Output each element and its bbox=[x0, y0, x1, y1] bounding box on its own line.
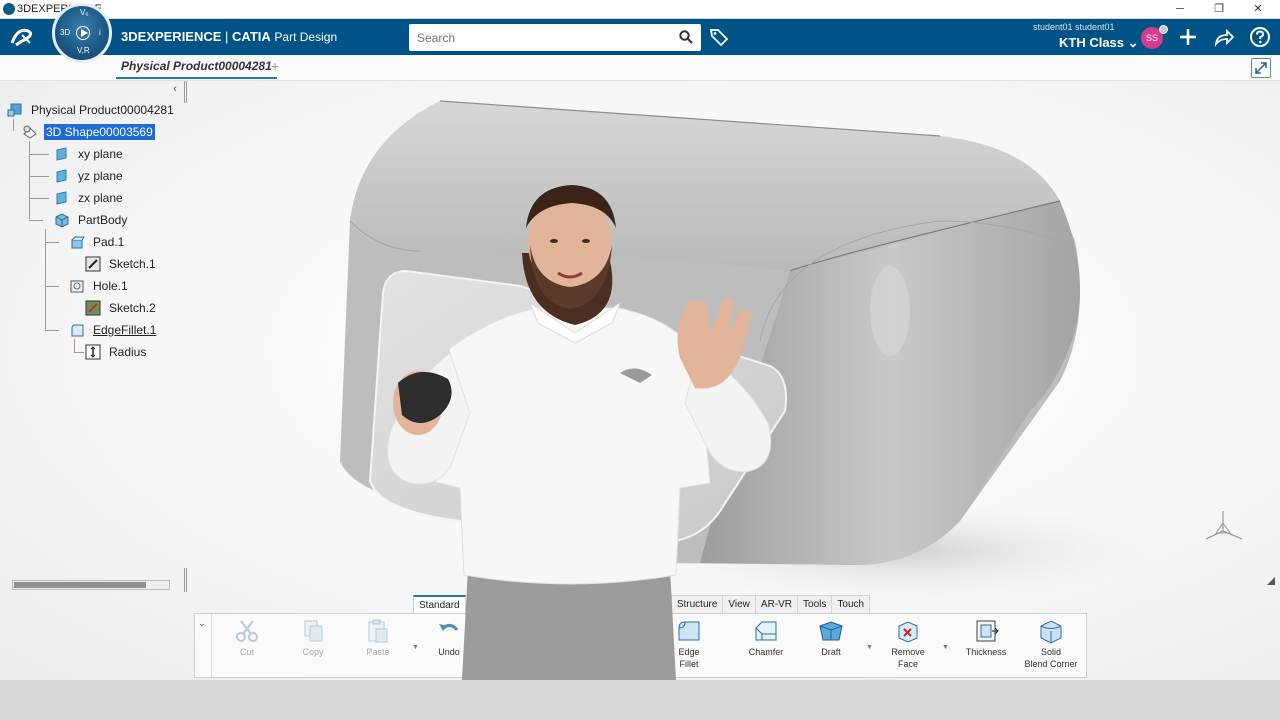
radius-icon bbox=[85, 344, 101, 360]
app-icon bbox=[3, 3, 15, 15]
remove-face-icon bbox=[898, 621, 918, 643]
window-titlebar: 3DEXPERIENCE ─ ❐ ✕ bbox=[0, 0, 1280, 19]
presenter-overlay bbox=[387, 185, 772, 680]
close-button[interactable]: ✕ bbox=[1248, 2, 1268, 17]
copy-button[interactable]: Copy bbox=[284, 618, 342, 676]
restore-button[interactable]: ❐ bbox=[1209, 2, 1229, 17]
tree-node-physical-product[interactable]: Physical Product00004281 bbox=[7, 101, 176, 119]
section-tab-touch[interactable]: Touch bbox=[831, 595, 871, 613]
section-tab-tools[interactable]: Tools bbox=[797, 595, 833, 613]
hole-icon bbox=[70, 280, 84, 293]
thickness-icon bbox=[976, 620, 999, 642]
tree-node-pad[interactable]: Pad.1 bbox=[69, 233, 126, 251]
copy-icon bbox=[304, 620, 323, 642]
help-icon[interactable] bbox=[1249, 26, 1271, 48]
draft-dropdown-icon[interactable]: ▼ bbox=[866, 644, 873, 651]
brand-title: 3DEXPERIENCE | CATIA Part Design bbox=[121, 29, 338, 44]
search-icon[interactable] bbox=[679, 30, 693, 44]
scissors-icon bbox=[236, 620, 258, 642]
tree-node-xy-plane[interactable]: xy plane bbox=[54, 145, 125, 163]
remove-face-dropdown-icon[interactable]: ▼ bbox=[942, 644, 949, 651]
tree-collapse-button[interactable]: ‹ bbox=[168, 82, 182, 96]
plus-icon[interactable] bbox=[1177, 26, 1199, 48]
axis-compass-icon[interactable] bbox=[1198, 505, 1248, 545]
specification-tree: Physical Product00004281 3D Shape0000356… bbox=[0, 99, 200, 369]
tree-horizontal-scrollbar[interactable] bbox=[12, 580, 170, 590]
remove-face-button[interactable]: Remove Face bbox=[879, 618, 937, 676]
user-name: student01 student01 bbox=[1033, 22, 1115, 32]
search-box[interactable] bbox=[409, 24, 701, 51]
sketch-icon bbox=[85, 300, 101, 316]
draft-button[interactable]: Draft bbox=[802, 618, 860, 676]
search-input[interactable] bbox=[409, 24, 671, 51]
expand-icon bbox=[1255, 62, 1267, 74]
document-tab-bar: Physical Product00004281 + bbox=[0, 55, 1280, 81]
compass-right: i bbox=[99, 28, 101, 37]
maximize-viewer-button[interactable] bbox=[1251, 58, 1271, 78]
compass-top: V₆ bbox=[80, 8, 89, 17]
tab-physical-product[interactable]: Physical Product00004281 bbox=[116, 59, 277, 79]
solid-blend-corner-button[interactable]: Solid Blend Corner bbox=[1019, 618, 1083, 676]
body-icon bbox=[55, 213, 69, 228]
top-bar: 3DEXPERIENCE | CATIA Part Design student… bbox=[0, 19, 1280, 55]
tree-node-yz-plane[interactable]: yz plane bbox=[54, 167, 125, 185]
compass-bottom: V,R bbox=[77, 46, 90, 55]
action-bar-toggle-icon[interactable]: ⌄ bbox=[198, 618, 206, 629]
pad-icon bbox=[71, 236, 85, 249]
plane-icon bbox=[56, 169, 67, 183]
tree-node-edgefillet[interactable]: EdgeFillet.1 bbox=[69, 321, 158, 339]
tree-splitter-bottom[interactable] bbox=[184, 568, 187, 592]
catia-window: 3DEXPERIENCE ─ ❐ ✕ 3DEXPERIENCE | CATIA … bbox=[0, 0, 1280, 720]
dassault-logo-icon[interactable] bbox=[8, 25, 38, 49]
tree-node-3d-shape[interactable]: 3D Shape00003569 bbox=[22, 123, 155, 141]
tree-node-partbody[interactable]: PartBody bbox=[54, 211, 129, 229]
play-icon[interactable] bbox=[76, 26, 90, 40]
panel-arrow-icon[interactable] bbox=[1266, 576, 1276, 586]
tag-icon[interactable] bbox=[709, 27, 729, 47]
add-tab-button[interactable]: + bbox=[271, 58, 279, 74]
presence-status-icon bbox=[1159, 25, 1168, 34]
sketch-icon bbox=[85, 256, 101, 272]
tree-node-zx-plane[interactable]: zx plane bbox=[54, 189, 125, 207]
product-icon bbox=[7, 103, 22, 117]
tree-node-sketch-1[interactable]: Sketch.1 bbox=[85, 255, 158, 273]
compass-widget[interactable]: V₆ 3D i V,R bbox=[52, 3, 112, 63]
tree-node-sketch-2[interactable]: Sketch.2 bbox=[85, 299, 158, 317]
minimize-button[interactable]: ─ bbox=[1170, 2, 1190, 17]
fillet-icon bbox=[71, 324, 84, 337]
shape-icon bbox=[23, 125, 37, 139]
status-bar bbox=[0, 680, 1280, 720]
plane-icon bbox=[56, 147, 67, 161]
plane-icon bbox=[56, 191, 67, 205]
thickness-button[interactable]: Thickness bbox=[957, 618, 1015, 676]
cut-button[interactable]: Cut bbox=[218, 618, 276, 676]
share-icon[interactable] bbox=[1213, 26, 1235, 48]
tree-node-radius[interactable]: Radius bbox=[85, 343, 148, 361]
scrollbar-thumb[interactable] bbox=[14, 582, 146, 588]
solid-blend-corner-icon bbox=[1040, 620, 1062, 644]
tree-node-hole[interactable]: Hole.1 bbox=[69, 277, 130, 295]
collaborative-space-dropdown[interactable]: KTH Class ⌄ bbox=[1059, 35, 1139, 51]
draft-icon bbox=[819, 621, 843, 641]
compass-left: 3D bbox=[60, 28, 71, 37]
